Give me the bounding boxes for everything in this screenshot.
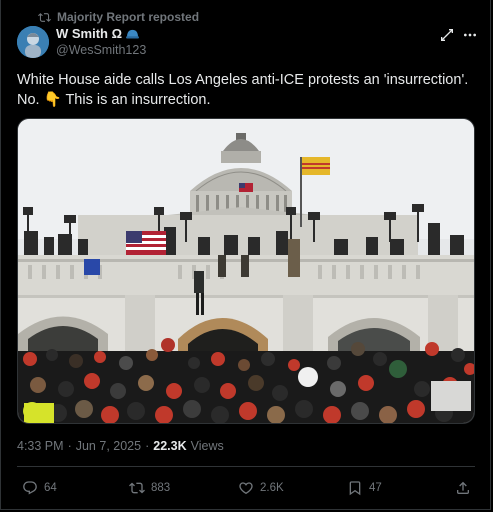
bookmark-count: 47 <box>369 482 382 494</box>
share-button[interactable] <box>455 478 471 498</box>
reply-count: 64 <box>44 482 57 494</box>
heart-icon <box>239 482 253 495</box>
tweet-text: White House aide calls Los Angeles anti-… <box>17 70 477 110</box>
grok-icon[interactable] <box>439 27 455 43</box>
retweet-icon <box>129 482 145 494</box>
tweet-photo[interactable] <box>17 118 475 424</box>
repost-button[interactable]: 883 <box>129 478 170 498</box>
repost-label: Majority Report reposted <box>57 10 200 24</box>
bookmark-icon <box>349 481 361 496</box>
meta-separator: · <box>67 439 72 453</box>
views-label: Views <box>190 439 224 453</box>
tweet-date[interactable]: Jun 7, 2025 <box>76 439 141 453</box>
repost-count: 883 <box>151 482 171 494</box>
author-name[interactable]: W Smith Ω <box>56 26 122 41</box>
bookmark-button[interactable]: 47 <box>347 478 382 498</box>
avatar[interactable] <box>17 26 49 58</box>
tweet-line-2-suffix: This is an insurrection. <box>65 92 211 108</box>
author-name-row[interactable]: W Smith Ω <box>56 26 139 41</box>
divider <box>17 466 475 467</box>
repost-indicator[interactable]: Majority Report reposted <box>38 9 199 25</box>
photo-capitol-crowd <box>18 119 474 423</box>
like-count: 2.6K <box>260 482 284 494</box>
more-options-icon[interactable] <box>462 27 478 43</box>
tweet-line-2: No. 👇 This is an insurrection. <box>17 90 477 110</box>
reply-icon <box>23 481 37 495</box>
tweet-meta: 4:33 PM · Jun 7, 2025 · 22.3K Views <box>17 439 224 453</box>
repost-icon <box>38 12 51 22</box>
views-count[interactable]: 22.3K <box>153 439 186 453</box>
reply-button[interactable]: 64 <box>22 478 57 498</box>
tweet-line-2-prefix: No. <box>17 92 40 108</box>
tweet-time[interactable]: 4:33 PM <box>17 439 64 453</box>
helmet-emoji-icon <box>126 29 139 39</box>
action-bar: 64 883 2.6K 47 <box>17 478 475 498</box>
meta-separator-2: · <box>145 439 150 453</box>
author-handle[interactable]: @WesSmith123 <box>56 43 146 57</box>
point-down-emoji-icon: 👇 <box>43 92 62 108</box>
like-button[interactable]: 2.6K <box>238 478 284 498</box>
tweet-line-1: White House aide calls Los Angeles anti-… <box>17 72 469 88</box>
share-icon <box>457 481 469 494</box>
